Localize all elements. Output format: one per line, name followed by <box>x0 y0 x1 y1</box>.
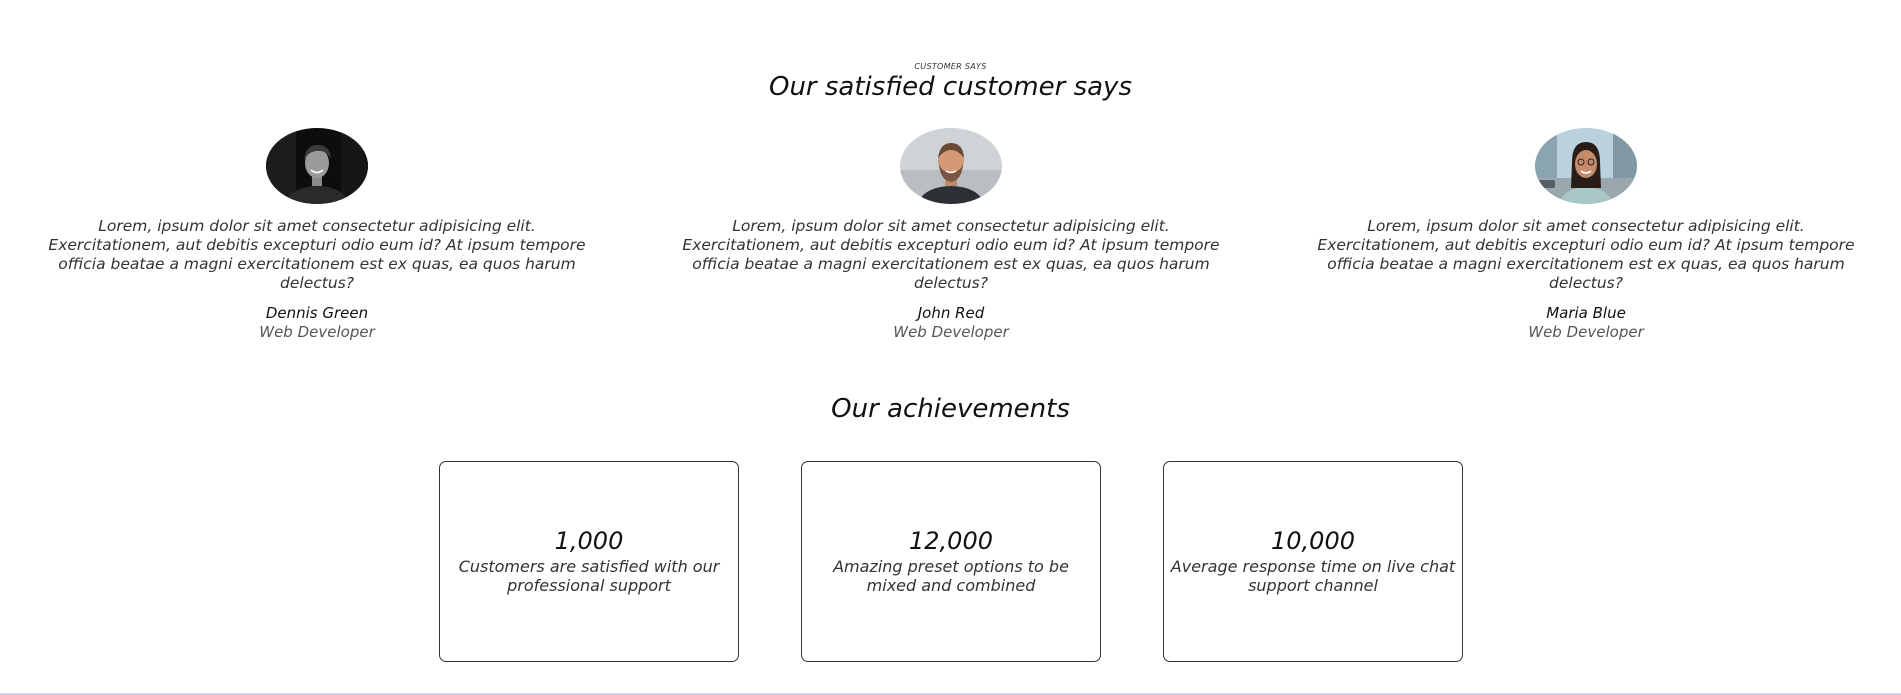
testimonial-name: Dennis Green <box>265 304 369 322</box>
achievement-value: 12,000 <box>909 527 993 555</box>
testimonial-card: Lorem, ipsum dolor sit amet consectetur … <box>1296 128 1876 341</box>
person-photo-bearded-icon <box>900 128 1002 204</box>
testimonial-role: Web Developer <box>259 323 375 341</box>
testimonial-role: Web Developer <box>1528 323 1644 341</box>
achievements-section-title: Our achievements <box>831 394 1070 424</box>
testimonial-name: Maria Blue <box>1546 304 1626 322</box>
customer-says-eyebrow: CUSTOMER SAYS <box>914 62 987 71</box>
testimonial-quote: Lorem, ipsum dolor sit amet consectetur … <box>682 217 1220 292</box>
testimonial-quote: Lorem, ipsum dolor sit amet consectetur … <box>1317 217 1855 292</box>
testimonial-quote: Lorem, ipsum dolor sit amet consectetur … <box>48 217 586 292</box>
achievement-value: 10,000 <box>1271 527 1355 555</box>
achievement-description: Amazing preset options to be mixed and c… <box>833 557 1069 595</box>
achievement-description: Customers are satisfied with our profess… <box>458 557 720 595</box>
customers-section-title: Our satisfied customer says <box>768 72 1132 102</box>
avatar <box>900 128 1002 204</box>
testimonial-role: Web Developer <box>893 323 1009 341</box>
testimonial-name: John Red <box>917 304 985 322</box>
testimonial-card: Lorem, ipsum dolor sit amet consectetur … <box>27 128 607 341</box>
person-photo-bw-icon <box>266 128 368 204</box>
testimonial-card: Lorem, ipsum dolor sit amet consectetur … <box>661 128 1241 341</box>
achievement-card: 1,000 Customers are satisfied with our p… <box>439 461 739 662</box>
avatar <box>266 128 368 204</box>
person-photo-street-icon <box>1535 128 1637 204</box>
achievement-card: 10,000 Average response time on live cha… <box>1163 461 1463 662</box>
achievement-value: 1,000 <box>554 527 624 555</box>
achievement-description: Average response time on live chat suppo… <box>1170 557 1456 595</box>
achievement-card: 12,000 Amazing preset options to be mixe… <box>801 461 1101 662</box>
avatar <box>1535 128 1637 204</box>
